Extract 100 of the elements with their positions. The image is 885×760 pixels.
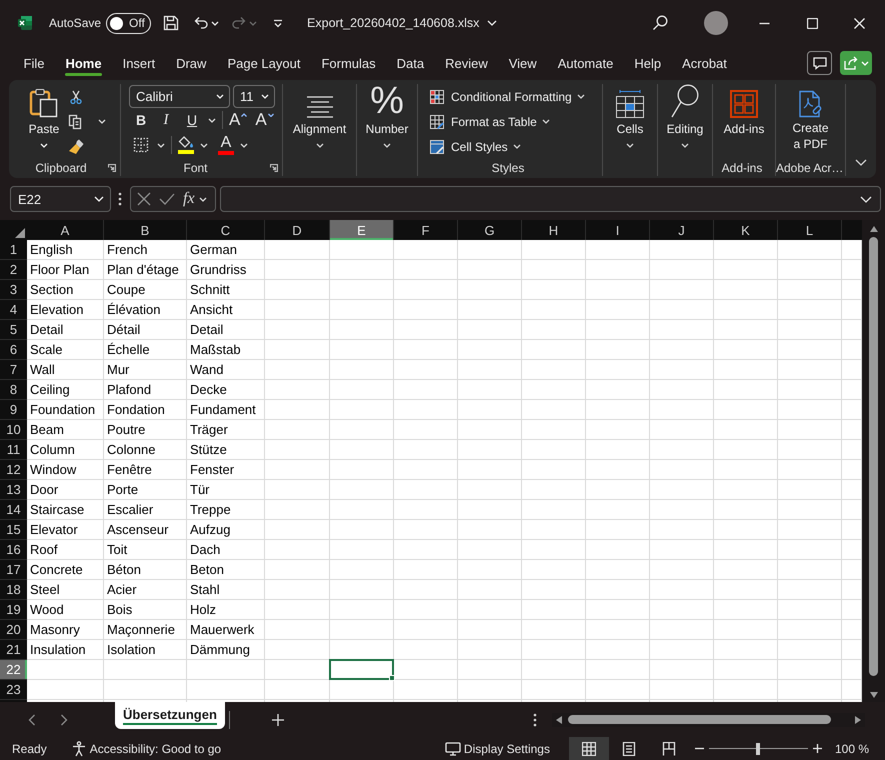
triangle-down-icon[interactable] [870, 692, 878, 698]
select-all-icon[interactable] [15, 228, 25, 238]
scrollbar-thumb[interactable] [869, 237, 878, 676]
chevron-down-icon[interactable] [855, 159, 867, 166]
scissors-icon[interactable] [70, 90, 82, 104]
ribbon-tab[interactable]: Page Layout [216, 46, 311, 80]
cancel-icon[interactable] [137, 192, 151, 206]
sheet-cell-text: Elevation [29, 301, 84, 319]
slider-thumb[interactable] [756, 742, 760, 754]
sheet-cell-text: Échelle [106, 341, 151, 359]
column-header[interactable]: E [330, 220, 394, 240]
save-icon[interactable] [162, 14, 180, 32]
sheet-cell-text: Holz [189, 601, 218, 619]
group-label: Clipboard [35, 161, 87, 175]
insert-function-button[interactable]: fx [183, 190, 195, 208]
number-format-button[interactable]: % Number [366, 84, 408, 160]
undo-icon[interactable] [193, 15, 210, 31]
format-as-table-button[interactable]: Format as Table [430, 109, 602, 134]
font-size-dropdown[interactable]: 11 [233, 84, 275, 108]
row-header[interactable]: 22 [0, 660, 27, 680]
plus-icon[interactable] [812, 744, 822, 753]
sheet-cell-text: Träger [189, 421, 229, 439]
ribbon-tab[interactable]: File [13, 46, 55, 80]
chevron-up-icon [241, 113, 248, 117]
vertical-dots-icon[interactable] [533, 712, 537, 726]
accessibility-button[interactable]: Accessibility: Good to go [70, 740, 222, 756]
scrollbar-thumb[interactable] [568, 715, 831, 724]
paintbrush-icon[interactable] [68, 138, 84, 154]
font-name-dropdown[interactable]: Calibri [129, 84, 230, 108]
create-pdf-button[interactable]: Create a PDF [790, 84, 830, 160]
font-color-button[interactable]: A [218, 135, 234, 155]
vertical-dots-icon[interactable] [118, 192, 122, 206]
borders-icon[interactable] [133, 137, 149, 153]
add-ins-button[interactable]: Add-ins [724, 84, 764, 160]
dialog-launcher-icon[interactable] [270, 164, 278, 172]
name-box[interactable]: E22 [10, 186, 111, 212]
sheet-cell-text: Decke [189, 381, 228, 399]
monitor-icon [444, 742, 461, 756]
ribbon-tab[interactable]: Formulas [310, 46, 386, 80]
maximize-icon[interactable] [807, 18, 818, 28]
editing-button[interactable]: Editing [666, 84, 704, 160]
sheet-tab[interactable]: Übersetzungen [115, 702, 225, 729]
chevron-right-icon[interactable] [60, 714, 68, 726]
autosave-toggle[interactable]: Off [106, 12, 152, 34]
zoom-percentage-button[interactable]: 100 % [834, 742, 869, 756]
vertical-scrollbar[interactable] [862, 220, 885, 702]
grow-font-button[interactable]: A [229, 109, 248, 131]
close-icon[interactable] [854, 18, 865, 28]
triangle-up-icon[interactable] [870, 226, 878, 232]
ribbon-tab[interactable]: Automate [547, 46, 624, 80]
sheet-cell-text: Wall [29, 361, 56, 379]
copy-icon[interactable] [68, 114, 82, 130]
sheet-cell-text: Aufzug [189, 521, 232, 539]
bold-button[interactable]: B [130, 109, 152, 131]
sheet-cell-text: Wood [29, 601, 65, 619]
group-label: Add-ins [722, 161, 762, 175]
sheet-cell-text: Scale [29, 341, 64, 359]
ribbon-tab[interactable]: Home [54, 46, 112, 80]
file-name-button[interactable]: Export_20260402_140608.xlsx [307, 16, 498, 30]
triangle-right-icon[interactable] [855, 716, 861, 724]
account-avatar[interactable] [704, 11, 728, 35]
sheet-cell-text: Mauerwerk [189, 621, 256, 639]
ribbon-tab[interactable]: Data [386, 46, 435, 80]
clipboard-icon [29, 88, 59, 118]
conditional-formatting-button[interactable]: Conditional Formatting [430, 84, 602, 109]
comments-button[interactable] [807, 51, 832, 75]
normal-view-button[interactable] [568, 737, 609, 760]
triangle-left-icon[interactable] [556, 716, 562, 724]
ribbon-tab[interactable]: Acrobat [672, 46, 738, 80]
active-cell[interactable] [329, 659, 394, 680]
check-icon[interactable] [159, 193, 175, 205]
ribbon-tab[interactable]: Insert [112, 46, 166, 80]
paste-button[interactable]: Paste [28, 84, 60, 160]
ribbon-tab[interactable]: Help [624, 46, 672, 80]
ribbon-tab[interactable]: Review [434, 46, 498, 80]
search-icon[interactable] [652, 15, 668, 31]
dialog-launcher-icon[interactable] [108, 164, 116, 172]
plus-icon[interactable] [272, 714, 284, 726]
cells-button[interactable]: Cells [616, 84, 644, 160]
horizontal-scrollbar[interactable] [552, 712, 865, 726]
shrink-font-button[interactable]: A [255, 109, 274, 131]
sheet-cell-text: Foundation [29, 401, 96, 419]
formula-input[interactable] [220, 186, 881, 212]
caret-icon [576, 94, 585, 99]
ribbon-tab[interactable]: Draw [166, 46, 217, 80]
alignment-button[interactable]: Alignment [292, 84, 346, 160]
italic-button[interactable]: I [155, 109, 177, 131]
spreadsheet-logo-icon [17, 15, 33, 31]
underline-button[interactable]: U [181, 109, 203, 131]
dropdown-menu-icon[interactable] [273, 18, 284, 28]
chevron-left-icon[interactable] [28, 714, 36, 726]
share-button[interactable] [840, 51, 872, 75]
paint-bucket-icon[interactable] [178, 136, 194, 149]
cell-styles-button[interactable]: Cell Styles [430, 134, 602, 159]
sheet-cell-text: Floor Plan [29, 261, 90, 279]
ribbon-tab[interactable]: View [498, 46, 548, 80]
caret-icon [860, 60, 868, 66]
display-settings-button[interactable]: Display Settings [444, 742, 550, 756]
sheet-cell-text: Porte [106, 481, 140, 499]
sheet-cell-text: Insulation [29, 641, 87, 659]
